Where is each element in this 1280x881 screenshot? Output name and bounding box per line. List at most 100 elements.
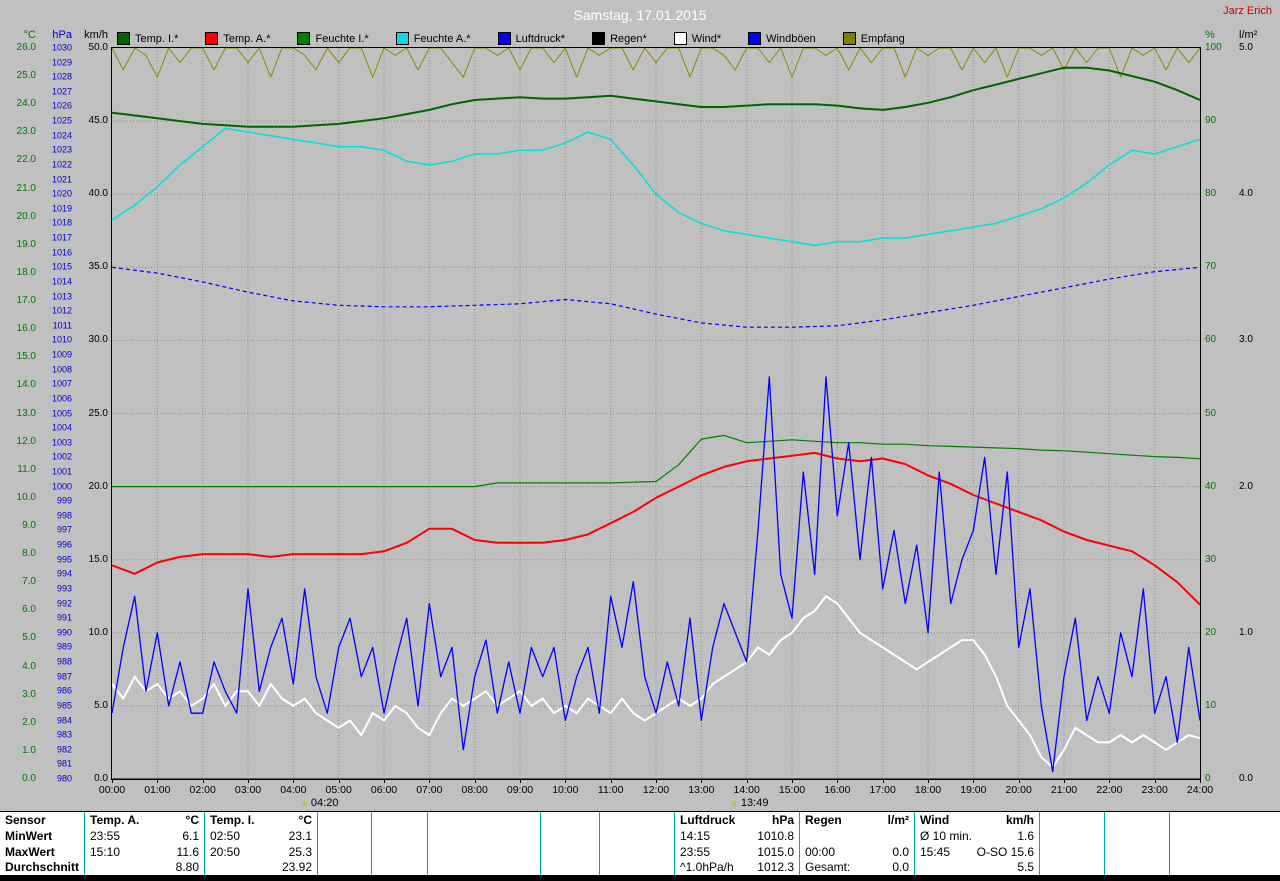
- axis-tick-hpa: 989: [40, 643, 72, 652]
- axis-tick-hpa: 1007: [40, 380, 72, 389]
- axis-tick-hpa: 983: [40, 731, 72, 740]
- axis-tick-kmh: 45.0: [76, 116, 108, 126]
- table-cell: 15:45O-SO 15.6: [915, 844, 1039, 860]
- table-cell: 00:000.0: [800, 844, 914, 860]
- axis-unit-kmh: km/h: [76, 30, 108, 41]
- x-axis-tick-label: 07:00: [416, 784, 442, 796]
- axis-tick-pct: 0: [1205, 774, 1231, 784]
- axis-tick-hpa: 993: [40, 584, 72, 593]
- legend-item-label: Wind*: [692, 33, 721, 45]
- x-axis-tick: [747, 779, 748, 783]
- axis-tick-pct: 90: [1205, 116, 1231, 126]
- axis-tick-kmh: 35.0: [76, 262, 108, 272]
- value-time: ^1.0hPa/h: [680, 859, 734, 875]
- axis-tick-c: 2.0: [2, 718, 36, 728]
- axis-tick-hpa: 1014: [40, 277, 72, 286]
- value-time: 15:45: [920, 844, 950, 860]
- table-cell: [1040, 859, 1104, 875]
- table-cell: [428, 828, 540, 844]
- axis-tick-kmh: 40.0: [76, 189, 108, 199]
- axis-tick-hpa: 1011: [40, 321, 72, 330]
- time-marker-label: 13:49: [741, 797, 769, 809]
- table-cell: [1105, 844, 1169, 860]
- sensor-unit: l/m²: [888, 812, 909, 828]
- axis-tick-kmh: 20.0: [76, 482, 108, 492]
- legend-item-label: Feuchte I.*: [315, 33, 368, 45]
- x-axis-tick: [339, 779, 340, 783]
- axis-tick-hpa: 1018: [40, 219, 72, 228]
- bottom-bar: [0, 875, 1280, 881]
- value-time: Gesamt:: [805, 859, 850, 875]
- table-cell: [541, 828, 599, 844]
- axis-tick-c: 25.0: [2, 71, 36, 81]
- table-row-label: MaxWert: [5, 844, 55, 860]
- table-cell: 14:151010.8: [675, 828, 799, 844]
- axis-tick-c: 18.0: [2, 268, 36, 278]
- axis-tick-hpa: 981: [40, 760, 72, 769]
- legend-item-temp-i[interactable]: Temp. I.*: [117, 32, 178, 45]
- x-axis-tick: [611, 779, 612, 783]
- sensor-name: Temp. I.: [210, 812, 254, 828]
- sensor-name: Wind: [920, 812, 949, 828]
- legend-item-label: Temp. I.*: [135, 33, 178, 45]
- axis-tick-pct: 50: [1205, 409, 1231, 419]
- table-cell: [1170, 859, 1280, 875]
- axis-tick-kmh: 30.0: [76, 335, 108, 345]
- x-axis-tick-label: 18:00: [915, 784, 941, 796]
- axis-tick-hpa: 992: [40, 599, 72, 608]
- value-number: 8.80: [176, 859, 199, 875]
- table-cell: 5.5: [915, 859, 1039, 875]
- table-cell: [1105, 812, 1169, 828]
- legend-item-regen[interactable]: Regen*: [592, 32, 647, 45]
- legend-swatch-icon: [748, 32, 761, 45]
- axis-tick-c: 10.0: [2, 493, 36, 503]
- legend-item-temp-a[interactable]: Temp. A.*: [205, 32, 270, 45]
- table-empty-column: [318, 812, 372, 875]
- legend-swatch-icon: [297, 32, 310, 45]
- x-axis-tick: [656, 779, 657, 783]
- axis-tick-c: 14.0: [2, 380, 36, 390]
- table-cell: [1105, 859, 1169, 875]
- table-cell: [800, 828, 914, 844]
- axis-tick-c: 1.0: [2, 746, 36, 756]
- axis-tick-c: 8.0: [2, 549, 36, 559]
- axis-tick-c: 20.0: [2, 212, 36, 222]
- table-cell: [600, 812, 674, 828]
- page-title: Samstag, 17.01.2015: [0, 7, 1280, 23]
- axis-tick-hpa: 999: [40, 497, 72, 506]
- table-cell: Gesamt:0.0: [800, 859, 914, 875]
- legend-item-feuchte-a[interactable]: Feuchte A.*: [396, 32, 471, 45]
- legend-item-luftdruck[interactable]: Luftdruck*: [498, 32, 566, 45]
- axis-tick-c: 4.0: [2, 662, 36, 672]
- x-axis-tick: [1019, 779, 1020, 783]
- series-legend: Temp. I.* Temp. A.* Feuchte I.* Feuchte A.*…: [117, 32, 905, 45]
- legend-item-feuchte-i[interactable]: Feuchte I.*: [297, 32, 368, 45]
- axis-tick-lm2: 1.0: [1239, 628, 1273, 638]
- sensor-unit: km/h: [1006, 812, 1034, 828]
- axis-tick-kmh: 15.0: [76, 555, 108, 565]
- weather-app-page: { "header": { "title": "Samstag, 17.01.2…: [0, 0, 1280, 881]
- axis-tick-hpa: 1024: [40, 131, 72, 140]
- axis-tick-hpa: 991: [40, 614, 72, 623]
- axis-tick-hpa: 1002: [40, 453, 72, 462]
- legend-swatch-icon: [498, 32, 511, 45]
- legend-item-label: Windböen: [766, 33, 816, 45]
- value-number: 1015.0: [757, 844, 794, 860]
- table-cell: 23.92: [205, 859, 317, 875]
- x-axis-tick-label: 01:00: [144, 784, 170, 796]
- axis-tick-hpa: 995: [40, 555, 72, 564]
- x-axis-tick-label: 19:00: [960, 784, 986, 796]
- axis-tick-kmh: 10.0: [76, 628, 108, 638]
- axis-tick-c: 24.0: [2, 99, 36, 109]
- legend-item-empfang[interactable]: Empfang: [843, 32, 905, 45]
- legend-item-wind[interactable]: Wind*: [674, 32, 721, 45]
- x-axis-tick: [792, 779, 793, 783]
- axis-tick-c: 11.0: [2, 465, 36, 475]
- axis-tick-pct: 30: [1205, 555, 1231, 565]
- chart-canvas: [112, 48, 1200, 779]
- value-number: 23.1: [289, 828, 312, 844]
- value-time: 15:10: [90, 844, 120, 860]
- table-row-labels-column: SensorMinWertMaxWertDurchschnitt: [0, 812, 85, 875]
- legend-item-windb-en[interactable]: Windböen: [748, 32, 816, 45]
- table-row-label: Durchschnitt: [5, 859, 79, 875]
